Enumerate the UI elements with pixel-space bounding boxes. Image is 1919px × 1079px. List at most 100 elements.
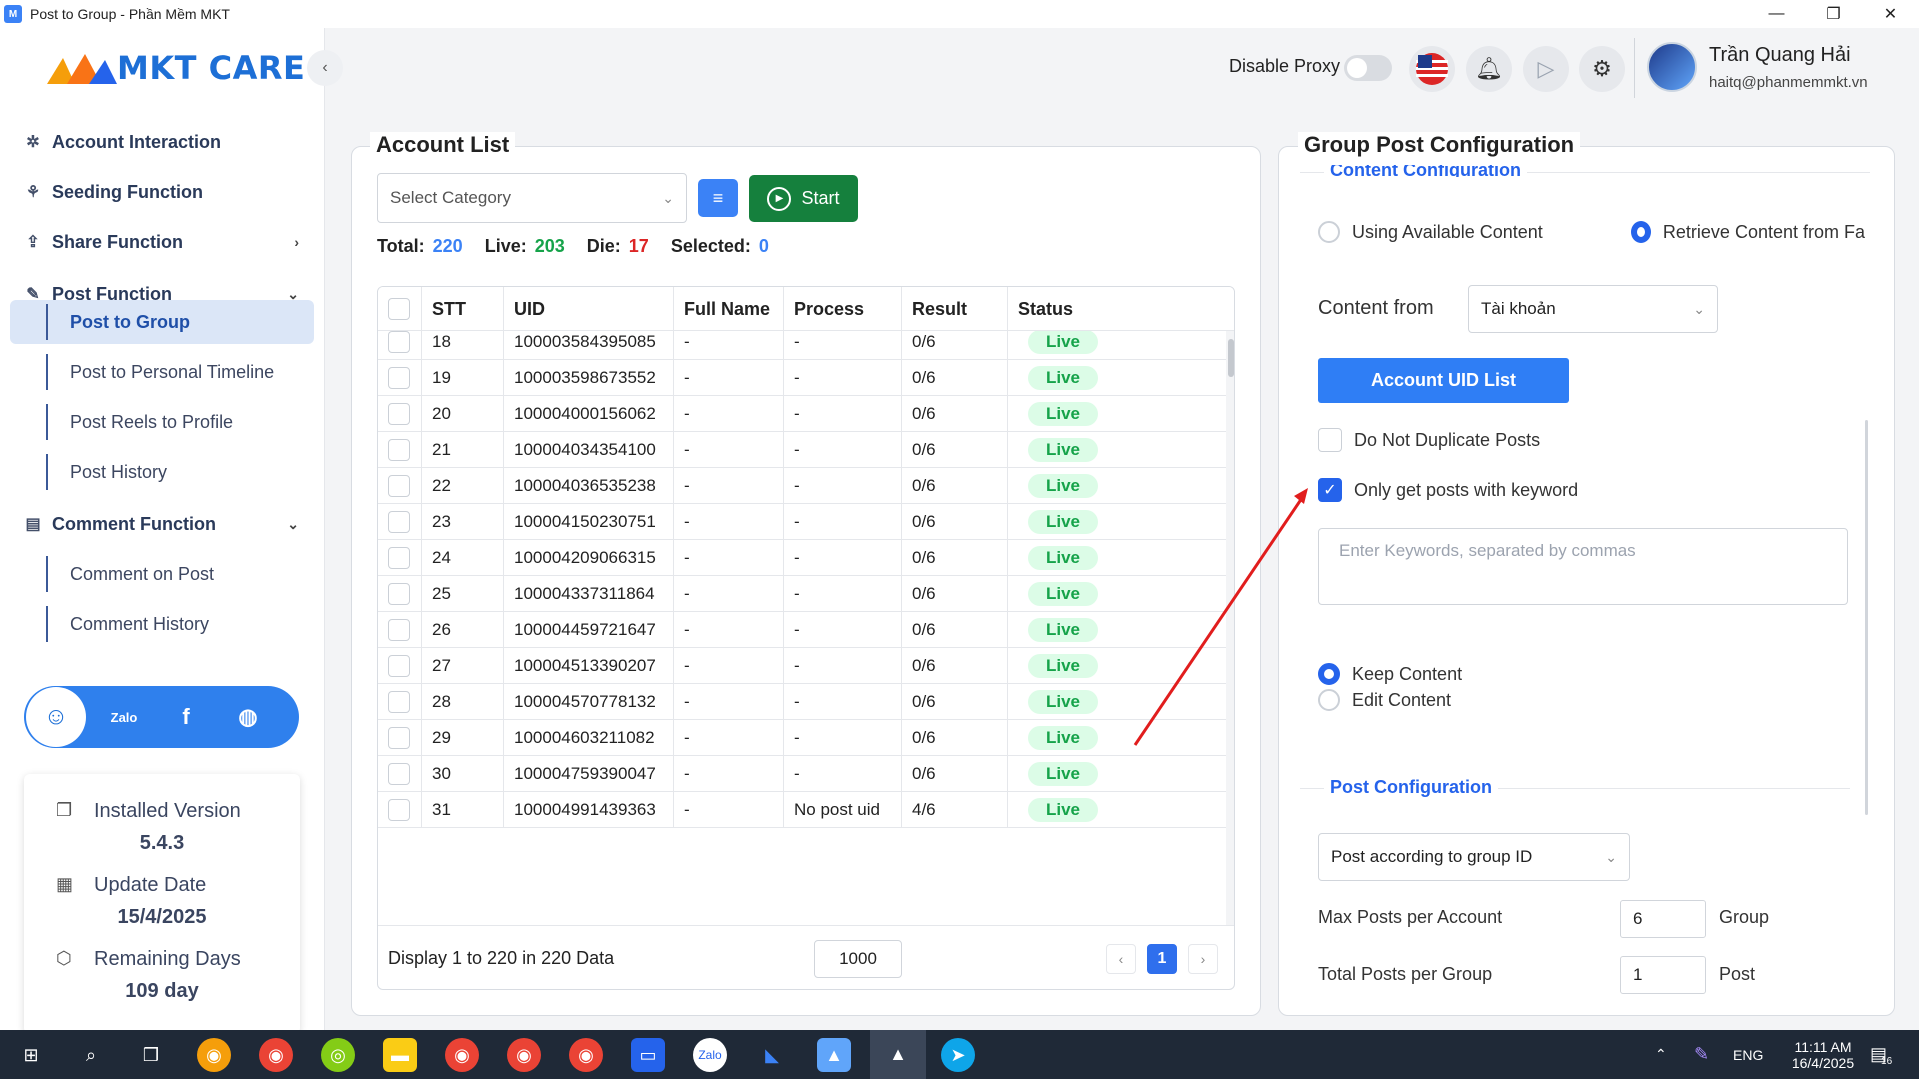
chrome-icon[interactable]: ◉ <box>445 1038 479 1072</box>
table-row[interactable]: 24 100004209066315 - - 0/6 Live <box>378 540 1226 576</box>
row-checkbox[interactable] <box>388 763 410 785</box>
scroll-thumb[interactable] <box>1228 339 1234 377</box>
row-checkbox[interactable] <box>388 331 410 353</box>
gear-icon[interactable]: ⚙ <box>1579 46 1625 92</box>
table-row[interactable]: 28 100004570778132 - - 0/6 Live <box>378 684 1226 720</box>
sidebar-item-post-history[interactable]: Post History <box>10 450 314 494</box>
row-checkbox[interactable] <box>388 403 410 425</box>
close-button[interactable]: ✕ <box>1862 0 1919 28</box>
table-row[interactable]: 29 100004603211082 - - 0/6 Live <box>378 720 1226 756</box>
category-select[interactable]: Select Category ⌄ <box>377 173 687 223</box>
play-icon[interactable]: ▷ <box>1523 46 1569 92</box>
row-checkbox[interactable] <box>388 619 410 641</box>
table-row[interactable]: 25 100004337311864 - - 0/6 Live <box>378 576 1226 612</box>
table-row[interactable]: 30 100004759390047 - - 0/6 Live <box>378 756 1226 792</box>
table-row[interactable]: 23 100004150230751 - - 0/6 Live <box>378 504 1226 540</box>
table-scrollbar[interactable] <box>1226 331 1234 925</box>
table-row[interactable]: 20 100004000156062 - - 0/6 Live <box>378 396 1226 432</box>
sidebar-item-seeding[interactable]: ⚘ Seeding Function <box>0 170 325 214</box>
col-result[interactable]: Result <box>902 287 1008 331</box>
chrome-profile-icon[interactable]: ◉ <box>259 1038 293 1072</box>
radio-keep-content[interactable]: Keep Content <box>1318 663 1462 685</box>
sidebar-item-post-reels[interactable]: Post Reels to Profile <box>10 400 314 444</box>
row-checkbox[interactable] <box>388 691 410 713</box>
table-row[interactable]: 27 100004513390207 - - 0/6 Live <box>378 648 1226 684</box>
chrome-icon[interactable]: ◉ <box>569 1038 603 1072</box>
row-checkbox[interactable] <box>388 367 410 389</box>
content-from-select[interactable]: Tài khoản ⌄ <box>1468 285 1718 333</box>
row-checkbox[interactable] <box>388 655 410 677</box>
maximize-button[interactable]: ❐ <box>1805 0 1862 28</box>
sidebar-item-comment-history[interactable]: Comment History <box>10 602 314 646</box>
select-all-checkbox[interactable] <box>388 298 410 320</box>
collapse-sidebar-button[interactable]: ‹ <box>307 50 343 86</box>
tray-overflow-icon[interactable]: ⌃ <box>1655 1030 1667 1079</box>
post-mode-select[interactable]: Post according to group ID ⌄ <box>1318 833 1630 881</box>
radio-retrieve-content[interactable]: Retrieve Content from Fa <box>1631 221 1865 243</box>
pen-icon[interactable]: ✎ <box>1694 1030 1709 1079</box>
bell-icon[interactable]: 🔔︎ <box>1466 46 1512 92</box>
sidebar-item-comment-on-post[interactable]: Comment on Post <box>10 552 314 596</box>
language-indicator[interactable]: ENG <box>1733 1030 1763 1079</box>
avatar[interactable] <box>1647 42 1697 92</box>
row-checkbox[interactable] <box>388 799 410 821</box>
col-uid[interactable]: UID <box>504 287 674 331</box>
app-icon[interactable]: ◣ <box>755 1038 789 1072</box>
page-size-input[interactable]: 1000 <box>814 940 902 978</box>
chrome-icon[interactable]: ◉ <box>507 1038 541 1072</box>
row-checkbox[interactable] <box>388 547 410 569</box>
sidebar-item-post-to-group[interactable]: Post to Group <box>10 300 314 344</box>
facebook-icon[interactable]: f <box>162 693 210 741</box>
sidebar-item-comment[interactable]: ▤ Comment Function ⌄ <box>0 502 325 546</box>
table-row[interactable]: 22 100004036535238 - - 0/6 Live <box>378 468 1226 504</box>
table-row[interactable]: 19 100003598673552 - - 0/6 Live <box>378 360 1226 396</box>
mkt-care-icon[interactable]: ▲ <box>870 1030 926 1079</box>
max-posts-input[interactable]: 6 <box>1620 900 1706 938</box>
us-flag-icon[interactable] <box>1409 46 1455 92</box>
telegram-icon[interactable]: ➤ <box>941 1038 975 1072</box>
next-page-button[interactable]: › <box>1188 944 1218 974</box>
sidebar-item-share[interactable]: ⇪ Share Function › <box>0 220 325 264</box>
radio-available-content[interactable]: Using Available Content <box>1318 221 1543 243</box>
clock[interactable]: 11:11 AM 16/4/2025 <box>1778 1030 1868 1079</box>
row-checkbox[interactable] <box>388 727 410 749</box>
row-checkbox[interactable] <box>388 583 410 605</box>
table-row[interactable]: 18 100003584395085 - - 0/6 Live <box>378 331 1226 360</box>
prev-page-button[interactable]: ‹ <box>1106 944 1136 974</box>
table-row[interactable]: 21 100004034354100 - - 0/6 Live <box>378 432 1226 468</box>
remote-desktop-icon[interactable]: ▭ <box>631 1038 665 1072</box>
task-view-icon[interactable]: ❒ <box>134 1038 168 1072</box>
browser-icon[interactable]: ◎ <box>321 1038 355 1072</box>
col-stt[interactable]: STT <box>422 287 504 331</box>
col-full-name[interactable]: Full Name <box>674 287 784 331</box>
no-duplicate-checkbox[interactable]: Do Not Duplicate Posts <box>1318 428 1540 452</box>
row-checkbox[interactable] <box>388 439 410 461</box>
mkt-app-icon[interactable]: ▲ <box>817 1038 851 1072</box>
windows-start-icon[interactable]: ⊞ <box>14 1038 48 1072</box>
sidebar-item-post-personal-timeline[interactable]: Post to Personal Timeline <box>10 350 314 394</box>
chrome-icon[interactable]: ◉ <box>197 1038 231 1072</box>
sidebar-item-account-interaction[interactable]: ✲ Account Interaction <box>0 120 325 164</box>
globe-icon[interactable]: ◍ <box>224 693 272 741</box>
minimize-button[interactable]: — <box>1748 0 1805 28</box>
config-scrollbar[interactable] <box>1865 420 1868 815</box>
notification-icon[interactable]: ▤ 16 <box>1870 1030 1892 1079</box>
file-explorer-icon[interactable]: ▬ <box>383 1038 417 1072</box>
support-icon[interactable]: ☺ <box>26 687 86 747</box>
search-icon[interactable]: ⌕ <box>74 1038 108 1072</box>
table-row[interactable]: 26 100004459721647 - - 0/6 Live <box>378 612 1226 648</box>
radio-edit-content[interactable]: Edit Content <box>1318 689 1451 711</box>
zalo-icon[interactable]: Zalo <box>693 1038 727 1072</box>
row-checkbox[interactable] <box>388 475 410 497</box>
filter-button[interactable]: ≡ <box>698 179 738 217</box>
zalo-icon[interactable]: Zalo <box>100 693 148 741</box>
proxy-toggle[interactable] <box>1344 55 1392 81</box>
col-status[interactable]: Status <box>1008 287 1234 331</box>
row-checkbox[interactable] <box>388 511 410 533</box>
start-button[interactable]: ▶ Start <box>749 175 858 222</box>
total-posts-input[interactable]: 1 <box>1620 956 1706 994</box>
account-uid-list-button[interactable]: Account UID List <box>1318 358 1569 403</box>
keyword-textarea[interactable]: Enter Keywords, separated by commas <box>1318 528 1848 605</box>
keyword-only-checkbox[interactable]: ✓ Only get posts with keyword <box>1318 478 1578 502</box>
col-process[interactable]: Process <box>784 287 902 331</box>
